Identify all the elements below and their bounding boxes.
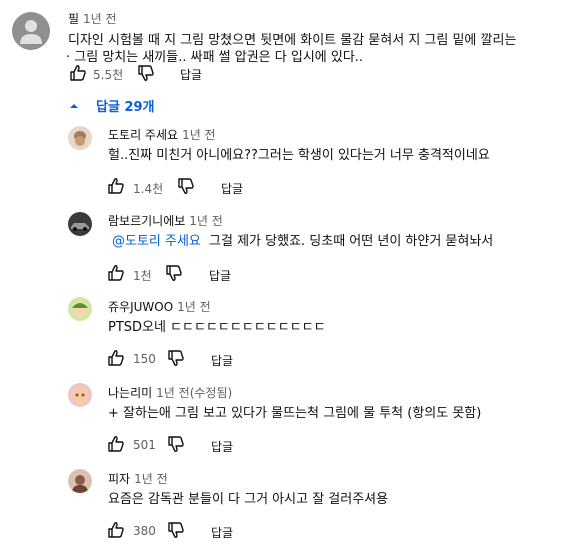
like-count: 5.5천 [93,68,124,82]
comment-author[interactable]: 필 [68,12,79,26]
avatar-acorn-icon [74,131,86,146]
avatar[interactable] [68,126,92,150]
reply-header: 나는리미 1년 전(수정됨) [108,384,232,401]
dislike-button[interactable] [176,176,196,196]
avatar[interactable] [12,12,50,50]
comment-text-line-2: · 그림 망치는 새끼들.. 싸패 썰 압권은 다 입시에 있다.. [66,50,364,65]
reply-body: 그걸 제가 당했죠. 딩초때 어떤 년이 하얀거 묻혀놔서 [209,234,494,249]
default-avatar-icon [20,20,42,44]
reply-header: 도토리 주세요 1년 전 [108,126,216,143]
reply-time[interactable]: 1년 전 [189,214,223,228]
reply-time[interactable]: 1년 전 [177,300,211,314]
like-button[interactable] [106,520,126,540]
reply-button[interactable]: 답글 [211,438,233,455]
avatar[interactable] [68,212,92,236]
dislike-button[interactable] [136,63,156,83]
like-count: 501 [133,438,156,452]
reply-time[interactable]: 1년 전 [182,128,216,142]
reply-text: + 잘하는애 그림 보고 있다가 물뜨는척 그림에 물 투척 (항의도 못함) [108,405,481,422]
reply-text: PTSD오네 ㄷㄷㄷㄷㄷㄷㄷㄷㄷㄷㄷㄷㄷ [108,319,326,336]
thumbs-down-icon [166,265,182,281]
reply-time[interactable]: 1년 전(수정됨) [156,386,232,400]
thumbs-down-icon [168,350,184,366]
reply-button[interactable]: 답글 [211,352,233,369]
reply-header: 피자 1년 전 [108,470,168,487]
avatar-character-icon [73,389,87,403]
reply-button[interactable]: 답글 [209,267,231,284]
reply-body: 헐..진짜 미친거 아니에요??그러는 학생이 있다는거 너무 충격적이네요 [108,148,490,163]
thumbs-up-icon [108,350,124,366]
reply-text: @도토리 주세요 그걸 제가 당했죠. 딩초때 어떤 년이 하얀거 묻혀놔서 [112,233,493,250]
like-button[interactable] [68,63,88,83]
like-count: 1천 [133,269,152,283]
reply-body: PTSD오네 ㄷㄷㄷㄷㄷㄷㄷㄷㄷㄷㄷㄷㄷ [108,320,326,335]
thumbs-down-icon [168,436,184,452]
like-button[interactable] [106,348,126,368]
comment-time[interactable]: 1년 전 [83,12,117,26]
chevron-up-icon [70,103,78,108]
thumbs-down-icon [138,65,154,81]
avatar[interactable] [68,297,92,321]
avatar-character-icon [72,303,88,317]
avatar-car-icon [71,223,89,231]
avatar-photo-icon [72,475,88,493]
reply-button[interactable]: 답글 [221,180,243,197]
dislike-button[interactable] [166,434,186,454]
like-button[interactable] [106,176,126,196]
reply-body: + 잘하는애 그림 보고 있다가 물뜨는척 그림에 물 투척 (항의도 못함) [108,406,482,421]
thumbs-up-icon [108,265,124,281]
replies-count-label: 답글 29개 [96,100,155,115]
reply-body: 요즘은 감독관 분들이 다 그거 아시고 잘 걸러주셔용 [108,492,389,507]
reply-header: 쥬우JUWOO 1년 전 [108,298,211,315]
like-count: 380 [133,524,156,538]
reply-author[interactable]: 람보르기니에보 [108,214,185,228]
reply-button[interactable]: 답글 [180,66,202,83]
dislike-button[interactable] [164,263,184,283]
like-count: 1.4천 [133,182,164,196]
reply-author[interactable]: 피자 [108,472,130,486]
thumbs-up-icon [108,522,124,538]
thumbs-up-icon [108,436,124,452]
dislike-button[interactable] [166,520,186,540]
thumbs-down-icon [178,178,194,194]
reply-mention-link[interactable]: @도토리 주세요 [112,234,201,249]
reply-text: 헐..진짜 미친거 아니에요??그러는 학생이 있다는거 너무 충격적이네요 [108,147,490,164]
dislike-button[interactable] [166,348,186,368]
comment-header: 필 1년 전 [68,10,117,27]
like-button[interactable] [106,263,126,283]
thumbs-down-icon [168,522,184,538]
thumbs-up-icon [70,65,86,81]
reply-text: 요즘은 감독관 분들이 다 그거 아시고 잘 걸러주셔용 [108,491,388,508]
comment-text-line-1: 디자인 시험볼 때 지 그림 망쳤으면 뒷면에 화이트 물감 묻혀서 지 그림 … [68,33,517,48]
like-button[interactable] [106,434,126,454]
thumbs-up-icon [108,178,124,194]
reply-header: 람보르기니에보 1년 전 [108,212,223,229]
replies-toggle[interactable]: 답글 29개 [68,96,155,115]
reply-author[interactable]: 도토리 주세요 [108,128,178,142]
avatar[interactable] [68,469,92,493]
reply-author[interactable]: 나는리미 [108,386,152,400]
avatar[interactable] [68,383,92,407]
reply-time[interactable]: 1년 전 [134,472,168,486]
like-count: 150 [133,352,156,366]
reply-author[interactable]: 쥬우JUWOO [108,300,173,314]
reply-button[interactable]: 답글 [211,524,233,541]
